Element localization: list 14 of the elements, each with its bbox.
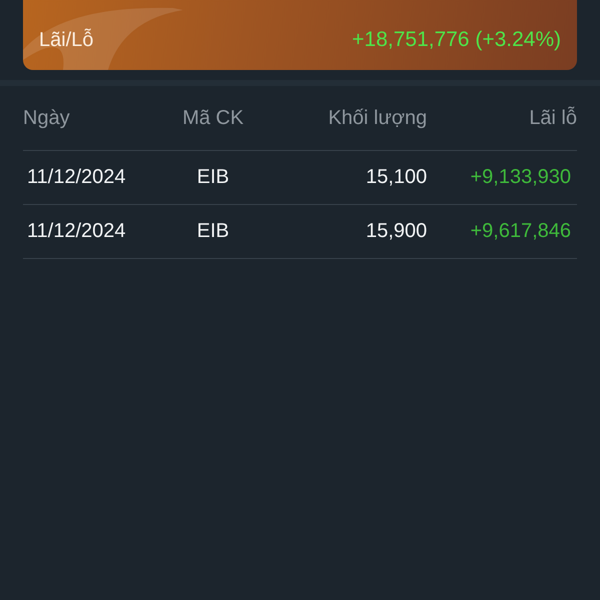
table-cell-text: 15,900	[364, 220, 427, 243]
table-cell-text: 11/12/2024	[26, 166, 127, 189]
column-header: Lãi lỗ	[528, 106, 577, 130]
column-header: Khối lượng	[327, 106, 427, 130]
column-header: Mã CK	[181, 106, 245, 130]
column-header: Ngày	[23, 106, 71, 130]
table-cell-text: EIB	[196, 220, 230, 243]
table-cell-text: EIB	[196, 166, 230, 189]
table-cell-text: 15,100	[364, 166, 427, 189]
table-cell-text: +9,617,846	[469, 220, 572, 243]
profit-value: +18,751,776 (+3.24%)	[352, 28, 561, 52]
profit-label: Lãi/Lỗ	[39, 29, 94, 52]
table-cell-text: +9,133,930	[469, 166, 572, 189]
table-cell-text: 11/12/2024	[26, 220, 127, 243]
